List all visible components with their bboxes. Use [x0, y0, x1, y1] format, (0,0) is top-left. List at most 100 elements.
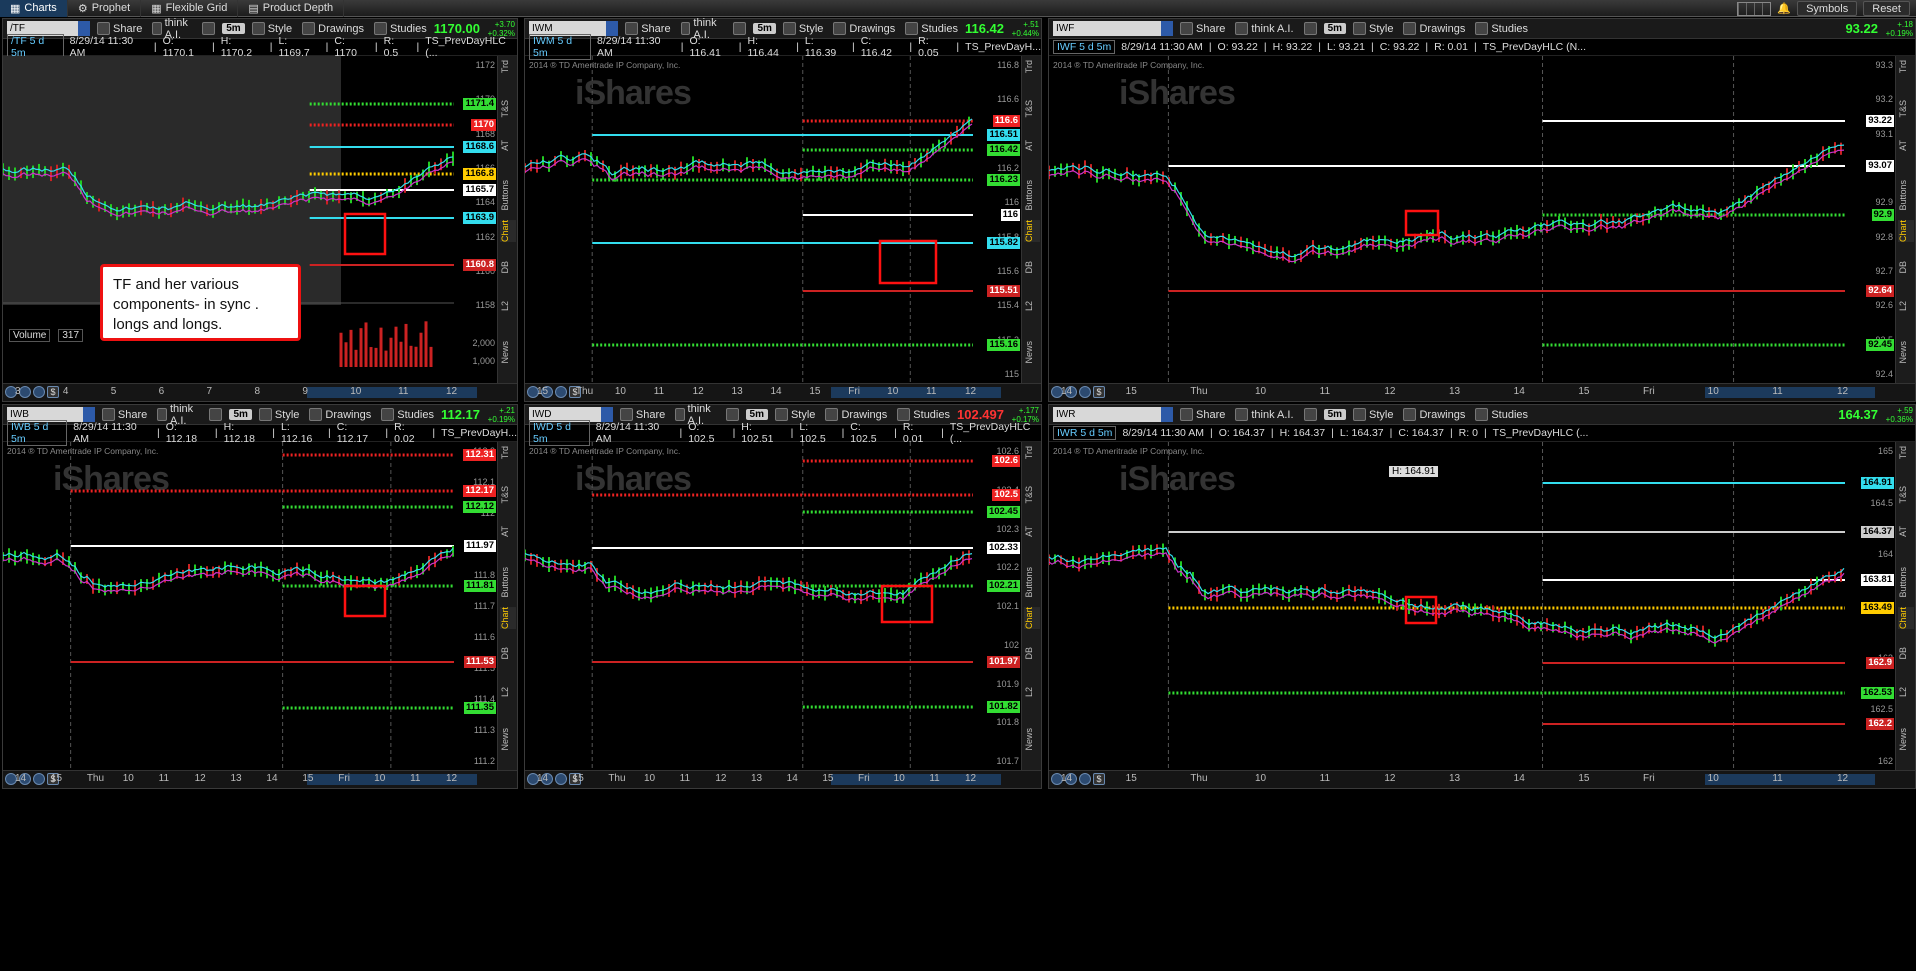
aggregation-selector[interactable]: 5m: [745, 409, 768, 420]
side-tab-news[interactable]: News: [1024, 728, 1040, 751]
aggregation-selector[interactable]: 5m: [229, 409, 252, 420]
chevron-down-icon[interactable]: [82, 407, 95, 422]
side-tab-chart[interactable]: Chart: [1024, 220, 1040, 243]
side-tab-chart[interactable]: Chart: [1898, 220, 1914, 243]
side-tab-l2[interactable]: L2: [1898, 687, 1914, 697]
chevron-down-icon[interactable]: [78, 21, 91, 36]
drawings-button[interactable]: Drawings: [822, 408, 890, 421]
side-tab-t-s[interactable]: T&S: [1024, 486, 1040, 504]
tab-product-depth[interactable]: ▤ Product Depth: [238, 0, 345, 17]
side-tab-buttons[interactable]: Buttons: [1898, 180, 1914, 211]
aggregation-selector[interactable]: 5m: [1323, 23, 1347, 34]
side-tab-l2[interactable]: L2: [1024, 301, 1040, 311]
think-ai-button[interactable]: think A.I.: [1232, 408, 1296, 421]
price-chart[interactable]: [1049, 442, 1845, 772]
price-chart[interactable]: [525, 442, 973, 772]
studies-button[interactable]: Studies: [902, 22, 961, 35]
side-tab-chart[interactable]: Chart: [500, 220, 516, 243]
side-tab-t-s[interactable]: T&S: [1898, 486, 1914, 504]
chart-panel-iwb[interactable]: IWB Share think A.I. 5m Style Drawings S…: [2, 403, 518, 789]
fit-icon[interactable]: [555, 773, 567, 785]
side-tab-at[interactable]: AT: [1898, 526, 1914, 537]
chart-scrollbar[interactable]: [1705, 387, 1875, 398]
side-tab-trd[interactable]: Trd: [1024, 446, 1040, 459]
fit-icon[interactable]: [33, 386, 45, 398]
chart-panel-iwr[interactable]: IWR Share think A.I. 5m Style Drawings S…: [1048, 404, 1916, 789]
studies-button[interactable]: Studies: [1472, 22, 1531, 35]
side-tab-db[interactable]: DB: [1898, 261, 1914, 274]
fit-icon[interactable]: [555, 386, 567, 398]
fit-icon[interactable]: [33, 773, 45, 785]
side-tab-trd[interactable]: Trd: [1898, 60, 1914, 73]
drawings-button[interactable]: Drawings: [299, 22, 367, 35]
side-tab-at[interactable]: AT: [1024, 140, 1040, 151]
side-tab-buttons[interactable]: Buttons: [1898, 567, 1914, 598]
side-tab-chart[interactable]: Chart: [1024, 606, 1040, 629]
side-tab-db[interactable]: DB: [1024, 261, 1040, 274]
chart-description[interactable]: IWR 5 d 5m: [1053, 426, 1117, 440]
side-tab-trd[interactable]: Trd: [1898, 446, 1914, 459]
tab-flexible-grid[interactable]: ▦ Flexible Grid: [141, 0, 239, 17]
side-tab-buttons[interactable]: Buttons: [1024, 180, 1040, 211]
side-tab-buttons[interactable]: Buttons: [500, 180, 516, 211]
side-tab-db[interactable]: DB: [1024, 647, 1040, 660]
side-tab-buttons[interactable]: Buttons: [1024, 567, 1040, 598]
share-button[interactable]: Share: [617, 408, 668, 421]
chart-navigation[interactable]: $: [5, 386, 59, 398]
studies-button[interactable]: Studies: [1472, 408, 1531, 421]
alert-icon[interactable]: 🔔: [1777, 2, 1791, 15]
fit-icon[interactable]: [1079, 386, 1091, 398]
aggregation-selector[interactable]: 5m: [1323, 409, 1347, 420]
side-tab-t-s[interactable]: T&S: [1024, 100, 1040, 118]
side-tab-at[interactable]: AT: [1898, 140, 1914, 151]
dollar-icon[interactable]: $: [47, 386, 59, 398]
price-chart[interactable]: [3, 442, 454, 772]
price-chart[interactable]: [525, 56, 973, 385]
price-chart[interactable]: [1049, 56, 1845, 385]
side-tab-at[interactable]: AT: [1024, 526, 1040, 537]
share-button[interactable]: Share: [622, 22, 673, 35]
dollar-icon[interactable]: $: [1093, 386, 1105, 398]
style-button[interactable]: Style: [780, 22, 826, 35]
share-button[interactable]: Share: [94, 22, 145, 35]
side-tab-trd[interactable]: Trd: [500, 60, 516, 73]
side-tab-at[interactable]: AT: [500, 140, 516, 151]
style-button[interactable]: Style: [249, 22, 295, 35]
aggregation-selector[interactable]: 5m: [222, 23, 245, 34]
drawings-button[interactable]: Drawings: [830, 22, 898, 35]
symbols-button[interactable]: Symbols: [1797, 1, 1858, 16]
side-tab-at[interactable]: AT: [500, 526, 516, 537]
tab-charts[interactable]: ▦ Charts: [0, 0, 68, 17]
side-tab-t-s[interactable]: T&S: [1898, 100, 1914, 118]
chevron-down-icon[interactable]: [606, 21, 619, 36]
style-button[interactable]: Style: [772, 408, 818, 421]
settings-button[interactable]: [1301, 22, 1320, 35]
drawings-button[interactable]: Drawings: [306, 408, 374, 421]
side-tab-trd[interactable]: Trd: [1024, 60, 1040, 73]
symbol-input[interactable]: IWR: [1053, 407, 1173, 422]
fit-icon[interactable]: [1079, 773, 1091, 785]
chart-scrollbar[interactable]: [1705, 774, 1875, 785]
side-tab-l2[interactable]: L2: [500, 687, 516, 697]
side-tab-news[interactable]: News: [1024, 341, 1040, 364]
style-button[interactable]: Style: [1350, 408, 1396, 421]
drawings-button[interactable]: Drawings: [1400, 22, 1468, 35]
side-tab-l2[interactable]: L2: [1024, 687, 1040, 697]
side-tab-l2[interactable]: L2: [500, 301, 516, 311]
side-tab-chart[interactable]: Chart: [1898, 606, 1914, 629]
side-tab-news[interactable]: News: [500, 341, 516, 364]
studies-button[interactable]: Studies: [371, 22, 430, 35]
grid-layout-icon[interactable]: [1737, 1, 1772, 16]
chart-navigation[interactable]: $: [1051, 773, 1105, 785]
studies-button[interactable]: Studies: [894, 408, 953, 421]
chevron-down-icon[interactable]: [1161, 21, 1173, 36]
studies-button[interactable]: Studies: [378, 408, 437, 421]
side-tab-db[interactable]: DB: [1898, 647, 1914, 660]
settings-button[interactable]: [206, 408, 225, 421]
chart-navigation[interactable]: $: [1051, 386, 1105, 398]
dollar-icon[interactable]: $: [1093, 773, 1105, 785]
settings-button[interactable]: [723, 408, 742, 421]
chart-navigation[interactable]: $: [527, 386, 581, 398]
aggregation-selector[interactable]: 5m: [753, 23, 776, 34]
chart-panel-tf[interactable]: /TF Share think A.I. 5m Style Drawings S…: [2, 17, 518, 402]
